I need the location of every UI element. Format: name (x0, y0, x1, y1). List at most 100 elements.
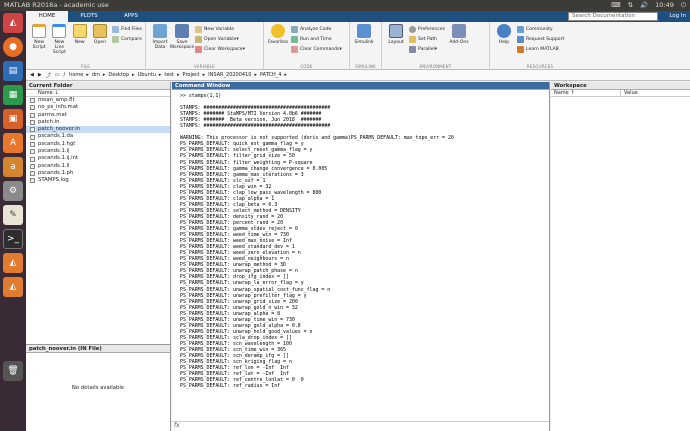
command-prompt[interactable]: fx (172, 421, 549, 431)
panes: Current Folder Name ↓ mean_amp.flt no_ps… (26, 82, 690, 431)
parallel-button[interactable]: Parallel ▾ (409, 45, 445, 53)
preferences-button[interactable]: Preferences (409, 25, 445, 33)
browse-folder-icon[interactable]: ▭ (55, 72, 60, 78)
list-item[interactable]: pscands.1.hgt (26, 141, 170, 148)
file-group: New Script New Live Script New Open Find… (26, 22, 146, 70)
search-documentation-input[interactable]: Search Documentation (568, 12, 658, 21)
trash-icon[interactable]: 🗑 (3, 361, 23, 381)
breadcrumb-dm[interactable]: dm (92, 72, 100, 78)
set-path-button[interactable]: Set Path (409, 35, 445, 43)
new-variable-button[interactable]: New Variable (195, 25, 245, 33)
libreoffice-calc-icon[interactable]: ▦ (3, 85, 23, 105)
compare-button[interactable]: Compare (112, 35, 142, 43)
clear-commands-button[interactable]: Clear Commands ▾ (291, 45, 342, 53)
list-item[interactable]: no_ps_info.mat (26, 104, 170, 111)
terminal-icon[interactable]: >_ (3, 229, 23, 249)
workspace-panel: Workspace Name ↑ Value (551, 82, 690, 431)
list-item[interactable]: pscands.1.ll (26, 163, 170, 170)
breadcrumb: home ▸ dm ▸ Desktop ▸ Ubuntu ▸ test ▸ Project… (69, 72, 287, 78)
launcher: ◭ ● ▤ ▦ ▣ A a ⚙ ✎ >_ ◭ ◭ 🗑 (0, 11, 26, 431)
list-item[interactable]: pscands.1.ij.int (26, 155, 170, 162)
volume-icon[interactable]: 🔊 (640, 0, 648, 11)
resources-group: Help Community Request Support Learn MAT… (490, 22, 590, 70)
workspace-name-header[interactable]: Name ↑ (551, 90, 621, 96)
breadcrumb-desktop[interactable]: Desktop (108, 72, 129, 78)
file-icon (30, 127, 35, 133)
file-icon (30, 120, 35, 126)
breadcrumb-test[interactable]: test (164, 72, 174, 78)
list-item-selected[interactable]: patch_noover.in (26, 126, 170, 134)
back-icon[interactable]: ◀ (30, 72, 34, 78)
list-item[interactable]: parms.mat (26, 112, 170, 119)
environment-group: Layout Preferences Set Path Parallel ▾ A… (382, 22, 490, 70)
libreoffice-impress-icon[interactable]: ▣ (3, 109, 23, 129)
current-folder-title: Current Folder (26, 82, 170, 90)
analyze-code-button[interactable]: Analyze Code (291, 25, 342, 33)
workspace-value-header[interactable]: Value (621, 90, 638, 96)
set-path-icon (409, 35, 416, 43)
command-line: PS_PARMS_DEFAULT: ref_radius = Inf (180, 383, 281, 390)
up-folder-icon[interactable]: ⤴ (46, 72, 51, 79)
breadcrumb-insar[interactable]: INSAR_20200410 (208, 72, 251, 78)
list-item[interactable]: pscands.1.da (26, 133, 170, 140)
software-center-icon[interactable]: A (3, 133, 23, 153)
import-data-icon (153, 24, 167, 38)
current-folder-panel: Current Folder Name ↓ mean_amp.flt no_ps… (26, 82, 171, 431)
new-variable-icon (195, 25, 202, 33)
help-icon (497, 24, 511, 38)
breadcrumb-ubuntu[interactable]: Ubuntu (138, 72, 156, 78)
clear-workspace-button[interactable]: Clear Workspace ▾ (195, 45, 245, 53)
list-item[interactable]: STAMPS.log (26, 177, 170, 184)
libreoffice-writer-icon[interactable]: ▤ (3, 61, 23, 81)
settings-icon[interactable]: ⚙ (3, 181, 23, 201)
network-icon[interactable]: ⇅ (628, 0, 633, 11)
name-column-header[interactable]: Name ↓ (26, 90, 170, 97)
tab-home[interactable]: HOME (26, 11, 68, 22)
file-list: Name ↓ mean_amp.flt no_ps_info.mat parms… (26, 90, 170, 185)
matlab-running-icon[interactable]: ◭ (3, 253, 23, 273)
clock[interactable]: 10:49 (655, 0, 674, 11)
request-support-button[interactable]: Request Support (517, 35, 564, 43)
tab-plots[interactable]: PLOTS (68, 11, 110, 22)
breadcrumb-project[interactable]: Project (183, 72, 200, 78)
list-item[interactable]: pscands.1.ph (26, 170, 170, 177)
window-title: MATLAB R2018a - academic use (4, 1, 109, 9)
star-icon (271, 24, 285, 38)
details-panel: patch_noover.in (IN File) No details ava… (26, 344, 170, 431)
system-tray: ⌨ ⇅ 🔊 10:49 ⏻ (611, 0, 686, 11)
find-files-button[interactable]: Find Files (112, 25, 142, 33)
list-item[interactable]: mean_amp.flt (26, 97, 170, 104)
learn-matlab-button[interactable]: Learn MATLAB (517, 45, 564, 53)
file-icon (30, 141, 35, 147)
keyboard-icon[interactable]: ⌨ (611, 0, 620, 11)
file-icon (30, 98, 35, 104)
community-button[interactable]: Community (517, 25, 564, 33)
add-ons-icon (452, 24, 467, 38)
matlab-icon[interactable]: ◭ (3, 13, 23, 33)
breadcrumb-patch[interactable]: PATCH_4 (260, 72, 281, 78)
list-item[interactable]: patch.in (26, 119, 170, 126)
amazon-icon[interactable]: a (3, 157, 23, 177)
file-icon (30, 171, 35, 177)
text-editor-icon[interactable]: ✎ (3, 205, 23, 225)
firefox-icon[interactable]: ● (3, 37, 23, 57)
toolstrip-tabs: HOME PLOTS APPS Search Documentation Log… (26, 11, 690, 22)
command-output: >> stamps(1,1) STAMPS: #################… (172, 90, 549, 420)
open-folder-icon (92, 24, 107, 38)
workspace-title: Workspace (551, 82, 690, 90)
matlab-running-icon-2[interactable]: ◭ (3, 277, 23, 297)
run-and-time-button[interactable]: Run and Time (291, 35, 342, 43)
parallel-icon (409, 45, 416, 53)
login-link[interactable]: Log In (669, 11, 686, 22)
forward-icon[interactable]: ▶ (38, 72, 42, 78)
run-and-time-icon (291, 35, 298, 43)
list-item[interactable]: pscands.1.ij (26, 148, 170, 155)
command-window[interactable]: Command Window >> stamps(1,1) STAMPS: ##… (172, 82, 550, 431)
open-variable-button[interactable]: Open Variable ▾ (195, 35, 245, 43)
file-icon (30, 149, 35, 155)
root-slash: / (63, 72, 66, 78)
open-variable-icon (195, 35, 202, 43)
tab-apps[interactable]: APPS (110, 11, 152, 22)
power-icon[interactable]: ⏻ (681, 0, 686, 11)
breadcrumb-home[interactable]: home (69, 72, 83, 78)
